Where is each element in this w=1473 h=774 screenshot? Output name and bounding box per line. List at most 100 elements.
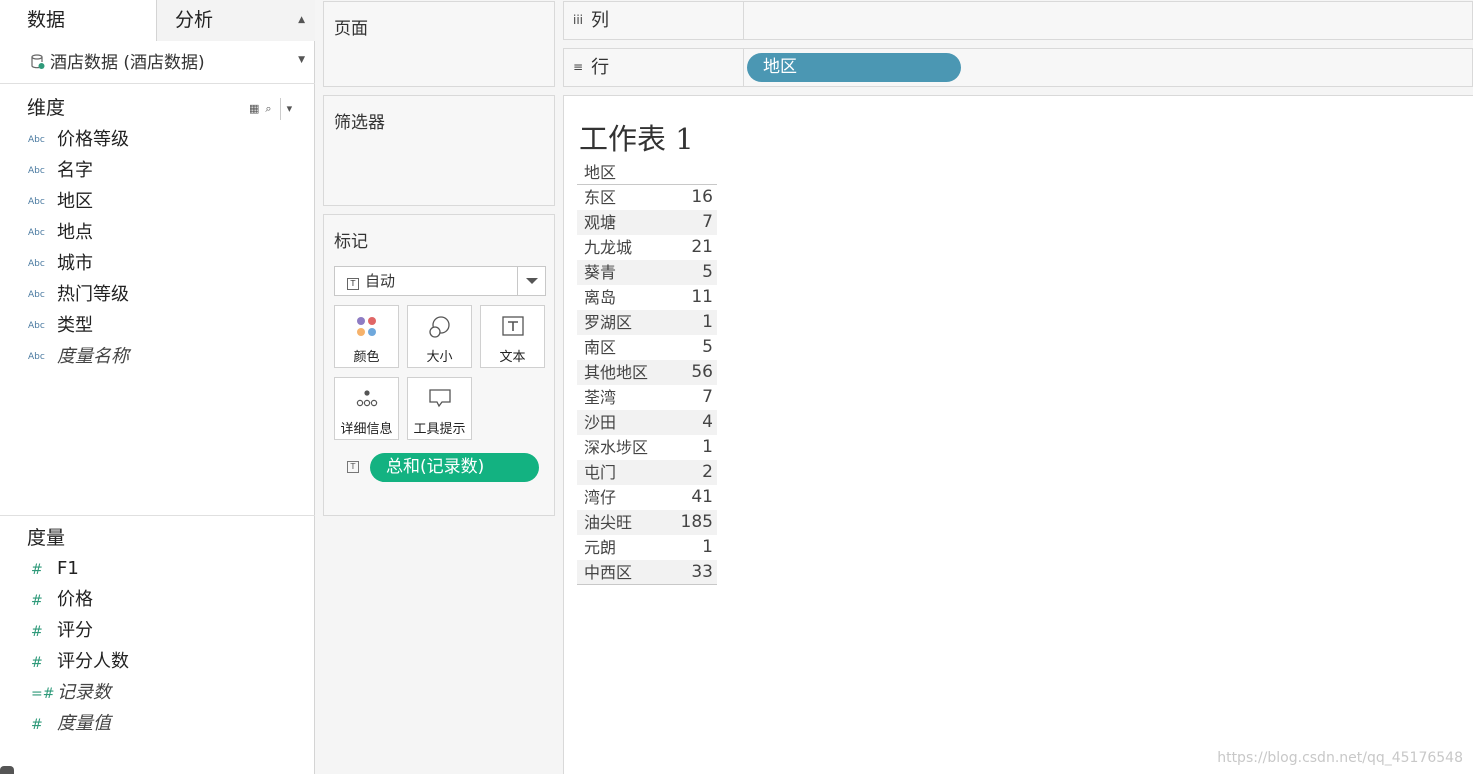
dimension-field-label: 地点: [57, 222, 93, 243]
hash-icon: #: [31, 593, 43, 609]
dimension-field-label: 度量名称: [57, 346, 129, 367]
table-row[interactable]: 罗湖区 1: [577, 310, 717, 335]
table-row[interactable]: 东区 16: [577, 185, 717, 210]
tab-data[interactable]: 数据: [0, 0, 156, 41]
table-row[interactable]: 南区 5: [577, 335, 717, 360]
measure-field[interactable]: # 度量值: [28, 712, 111, 736]
record-count-value: 1: [702, 437, 713, 457]
region-name: 深水埗区: [584, 438, 649, 457]
table-row[interactable]: 沙田 4: [577, 410, 717, 435]
color-icon: [357, 317, 376, 336]
table-row[interactable]: 中西区 33: [577, 560, 717, 585]
rows-text: 行: [591, 57, 610, 78]
region-name: 中西区: [584, 563, 633, 582]
record-count-value: 41: [691, 487, 713, 507]
database-icon: [31, 54, 45, 69]
filters-card[interactable]: 筛选器: [323, 95, 555, 206]
marks-card: 标记 T 自动 颜色 大小 文本 详细信息 工具提示 T 总和(记录数): [323, 214, 555, 516]
record-count-value: 5: [702, 337, 713, 357]
record-count-value: 16: [691, 187, 713, 207]
table-row[interactable]: 湾仔 41: [577, 485, 717, 510]
corner-icon: [0, 766, 14, 774]
worksheet-view[interactable]: 工作表 1 地区 东区 16 观塘 7 九龙城 21 葵青 5 离岛 11 罗湖区 1 南区 5 其他地区 5…: [563, 95, 1473, 774]
table-row[interactable]: 油尖旺 185: [577, 510, 717, 535]
color-button[interactable]: 颜色: [334, 305, 399, 368]
region-name: 观塘: [584, 213, 617, 232]
abc-icon: Abc: [28, 166, 45, 176]
dimensions-title: 维度: [27, 97, 66, 119]
mark-type-label: 自动: [365, 272, 396, 290]
search-icon[interactable]: ⌕: [265, 102, 271, 115]
view-list-icon[interactable]: ▦: [249, 102, 259, 115]
detail-button[interactable]: 详细信息: [334, 377, 399, 440]
tab-analysis-label: 分析: [175, 9, 214, 31]
measure-field-label: 评分人数: [57, 651, 129, 672]
table-row[interactable]: 深水埗区 1: [577, 435, 717, 460]
text-table: 地区 东区 16 观塘 7 九龙城 21 葵青 5 离岛 11 罗湖区 1 南区 5 其他地区 56 荃湾 7 沙田…: [577, 160, 717, 585]
tab-analysis[interactable]: 分析 ▲ ▼: [156, 0, 315, 65]
marks-title: 标记: [334, 232, 368, 252]
table-row[interactable]: 葵青 5: [577, 260, 717, 285]
region-name: 湾仔: [584, 488, 617, 507]
dimension-field[interactable]: Abc 地点: [28, 221, 93, 245]
table-row[interactable]: 荃湾 7: [577, 385, 717, 410]
tooltip-button[interactable]: 工具提示: [407, 377, 472, 440]
dimension-field[interactable]: Abc 热门等级: [28, 283, 129, 307]
dimension-field[interactable]: Abc 城市: [28, 252, 93, 276]
dimension-field[interactable]: Abc 地区: [28, 190, 93, 214]
table-row[interactable]: 观塘 7: [577, 210, 717, 235]
chevron-down-icon[interactable]: ▾: [287, 102, 293, 115]
abc-icon: Abc: [28, 290, 45, 300]
region-name: 南区: [584, 338, 617, 357]
record-count-value: 33: [691, 562, 713, 582]
detail-icon: [356, 390, 378, 407]
table-row[interactable]: 其他地区 56: [577, 360, 717, 385]
table-row[interactable]: 九龙城 21: [577, 235, 717, 260]
hash-icon: #: [31, 624, 43, 640]
table-row[interactable]: 元朗 1: [577, 535, 717, 560]
region-name: 离岛: [584, 288, 617, 307]
columns-shelf[interactable]: iii 列: [563, 1, 1473, 40]
size-icon: [429, 316, 450, 338]
measure-pill-record-count[interactable]: 总和(记录数): [370, 453, 539, 482]
measure-field-label: 价格: [57, 589, 93, 610]
sheet-title[interactable]: 工作表 1: [579, 116, 694, 158]
hash-icon: #: [31, 562, 43, 578]
pane-divider[interactable]: [0, 515, 315, 516]
pages-card[interactable]: 页面: [323, 1, 555, 87]
text-mark-icon: T: [347, 278, 359, 290]
table-row[interactable]: 离岛 11: [577, 285, 717, 310]
dimension-field[interactable]: Abc 名字: [28, 159, 93, 183]
tooltip-label: 工具提示: [413, 422, 466, 437]
measure-field-label: 度量值: [57, 713, 111, 734]
mark-type-dropdown[interactable]: T 自动: [334, 266, 546, 296]
datasource-item[interactable]: 酒店数据 (酒店数据): [0, 42, 315, 84]
measure-field[interactable]: # 评分: [28, 619, 93, 643]
record-count-value: 4: [702, 412, 713, 432]
dimension-pill-region[interactable]: 地区: [747, 53, 961, 82]
dimension-field[interactable]: Abc 度量名称: [28, 345, 129, 369]
table-header[interactable]: 地区: [577, 160, 717, 185]
measure-field[interactable]: # F1: [28, 557, 79, 581]
table-row[interactable]: 屯门 2: [577, 460, 717, 485]
record-count-value: 7: [702, 212, 713, 232]
abc-icon: Abc: [28, 197, 45, 207]
measure-field[interactable]: # 价格: [28, 588, 93, 612]
dimension-field[interactable]: Abc 类型: [28, 314, 93, 338]
abc-icon: Abc: [28, 228, 45, 238]
abc-icon: Abc: [28, 321, 45, 331]
dropdown-arrow-icon[interactable]: [517, 267, 545, 295]
dimension-field[interactable]: Abc 价格等级: [28, 128, 129, 152]
dimension-field-label: 城市: [57, 253, 93, 274]
abc-icon: Abc: [28, 352, 45, 362]
region-name: 沙田: [584, 413, 617, 432]
measure-field[interactable]: # 评分人数: [28, 650, 129, 674]
columns-icon: iii: [573, 13, 584, 27]
dimension-field-label: 地区: [57, 191, 93, 212]
region-name: 屯门: [584, 463, 617, 482]
text-button[interactable]: 文本: [480, 305, 545, 368]
text-encoding-icon[interactable]: T: [347, 461, 359, 473]
rows-shelf[interactable]: ≡ 行 地区: [563, 48, 1473, 87]
size-button[interactable]: 大小: [407, 305, 472, 368]
measure-field[interactable]: =# 记录数: [28, 681, 111, 705]
